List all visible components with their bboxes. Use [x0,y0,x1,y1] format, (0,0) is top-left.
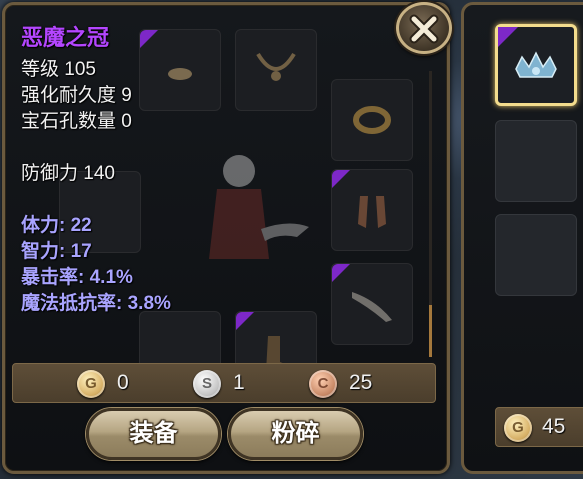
smash-button[interactable]: 粉碎 [228,408,363,460]
inventory-slot-selected[interactable] [495,24,577,106]
crown-icon [515,51,557,78]
ring-icon [353,106,391,134]
inventory-slot[interactable] [495,120,577,202]
bonus-stat-crit-rate: 暴击率: 4.1% [21,267,133,288]
gloves-icon [358,196,386,228]
copper-coin-icon: C [309,370,337,398]
item-level: 等级 105 [21,59,96,80]
dagger-icon [352,292,392,322]
item-gem-slots: 宝石孔数量 0 [21,111,132,132]
equip-slot-ring[interactable] [331,79,413,161]
item-detail-panel: 恶魔之冠 等级 105 强化耐久度 9 宝石孔数量 0 防御力 140 体力: … [2,2,450,474]
item-durability: 强化耐久度 9 [21,85,132,106]
copper-amount: 25 [349,371,373,394]
close-icon [409,14,439,44]
item-stats: 恶魔之冠 等级 105 强化耐久度 9 宝石孔数量 0 防御力 140 体力: … [21,25,281,317]
equip-slot-gloves[interactable] [331,169,413,251]
item-name: 恶魔之冠 [21,25,110,50]
sell-price-bar: G 0 S 1 C 25 [12,363,436,403]
stats-scrollbar-thumb[interactable] [429,305,432,357]
inventory-gold-amount: 45 [542,415,566,438]
equip-button[interactable]: 装备 [86,408,221,460]
item-defense: 防御力 140 [21,163,115,184]
bonus-stat-magic-resist: 魔法抵抗率: 3.8% [21,293,171,314]
bonus-stat-stamina: 体力: 22 [21,215,92,236]
gold-coin-icon: G [77,370,105,398]
inventory-slot[interactable] [495,214,577,296]
equip-slot-weapon[interactable] [331,263,413,345]
gold-amount: 0 [117,371,129,394]
silver-coin-icon: S [193,370,221,398]
inventory-gold-bar: G 45 [495,407,583,447]
bonus-stat-intelligence: 智力: 17 [21,241,92,262]
close-button[interactable] [396,2,452,54]
gold-coin-icon: G [504,414,532,442]
silver-amount: 1 [233,371,245,394]
